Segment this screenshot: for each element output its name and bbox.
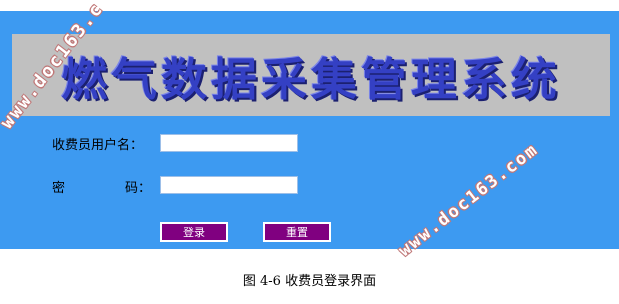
login-button[interactable]: 登录 <box>160 222 228 242</box>
username-label: 收费员用户名： <box>52 138 144 153</box>
figure-caption: 图 4-6 收费员登录界面 <box>242 274 377 289</box>
password-label-right: 码： <box>125 181 152 196</box>
reset-button[interactable]: 重置 <box>263 222 331 242</box>
login-panel: 燃气数据采集管理系统 <box>0 11 619 249</box>
app-title: 燃气数据采集管理系统 <box>61 52 561 106</box>
username-input[interactable] <box>160 134 298 152</box>
password-input[interactable] <box>160 176 298 194</box>
title-banner: 燃气数据采集管理系统 <box>12 34 610 116</box>
password-label-left: 密 <box>52 181 66 196</box>
